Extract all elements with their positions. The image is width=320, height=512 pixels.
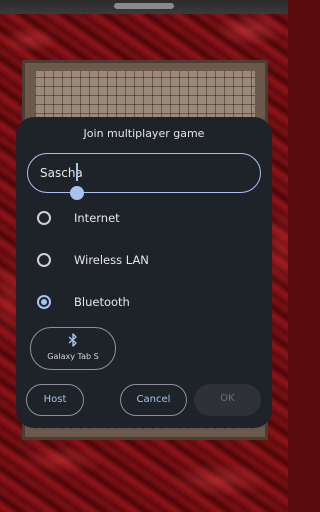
ok-button[interactable]: OK (194, 384, 261, 416)
host-button[interactable]: Host (26, 384, 84, 416)
option-wireless-lan[interactable]: Wireless LAN (34, 248, 254, 274)
radio-internet[interactable] (37, 211, 51, 225)
notch (114, 3, 174, 9)
radio-bluetooth[interactable] (37, 295, 51, 309)
bluetooth-icon-glyph (68, 333, 77, 347)
device-name: Galaxy Tab S (47, 352, 99, 361)
option-bluetooth[interactable]: Bluetooth (34, 290, 254, 316)
option-wireless-lan-label: Wireless LAN (74, 253, 149, 267)
bluetooth-device-chip[interactable]: Galaxy Tab S (30, 327, 116, 370)
status-bar (0, 0, 288, 14)
option-bluetooth-label: Bluetooth (74, 295, 130, 309)
text-selection-handle[interactable] (70, 186, 84, 200)
radio-wireless-lan[interactable] (37, 253, 51, 267)
join-multiplayer-dialog: Join multiplayer game Sascha Internet Wi… (16, 117, 272, 428)
option-internet[interactable]: Internet (34, 206, 254, 232)
text-caret (76, 163, 78, 181)
dialog-title: Join multiplayer game (83, 127, 205, 140)
player-name-input[interactable]: Sascha (27, 153, 261, 200)
cancel-button[interactable]: Cancel (120, 384, 187, 416)
bluetooth-icon (31, 333, 115, 350)
option-internet-label: Internet (74, 211, 120, 225)
